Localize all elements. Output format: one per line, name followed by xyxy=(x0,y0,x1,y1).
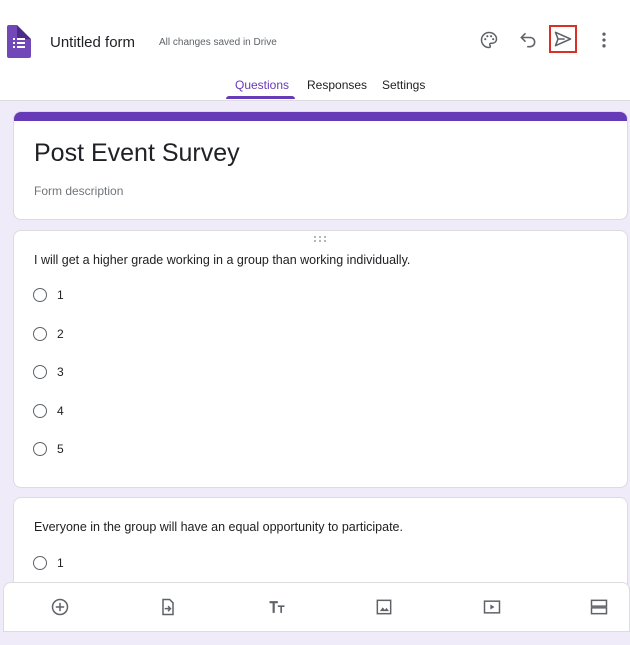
radio-icon[interactable] xyxy=(33,365,47,379)
option-1[interactable]: 1 xyxy=(33,287,64,303)
option-label: 5 xyxy=(57,442,64,456)
undo-icon[interactable] xyxy=(514,26,542,54)
send-icon[interactable] xyxy=(549,25,577,53)
question-text[interactable]: I will get a higher grade working in a g… xyxy=(34,253,410,267)
question-toolbar xyxy=(3,582,630,632)
accent-bar xyxy=(14,112,627,121)
form-header-card[interactable]: Post Event Survey Form description xyxy=(13,111,628,220)
option-label: 3 xyxy=(57,365,64,379)
form-description[interactable]: Form description xyxy=(34,184,123,198)
add-video-icon[interactable] xyxy=(482,597,502,617)
more-vert-icon[interactable] xyxy=(590,26,618,54)
option-1[interactable]: 1 xyxy=(33,555,64,571)
save-status: All changes saved in Drive xyxy=(159,37,277,48)
forms-logo-icon[interactable] xyxy=(7,25,31,58)
option-2[interactable]: 2 xyxy=(33,326,64,342)
radio-icon[interactable] xyxy=(33,327,47,341)
tab-questions[interactable]: Questions xyxy=(235,78,289,92)
question-card[interactable]: I will get a higher grade working in a g… xyxy=(13,230,628,488)
option-label: 1 xyxy=(57,556,64,570)
add-question-icon[interactable] xyxy=(50,597,70,617)
form-title[interactable]: Post Event Survey xyxy=(34,139,240,168)
option-5[interactable]: 5 xyxy=(33,441,64,457)
option-3[interactable]: 3 xyxy=(33,364,64,380)
tab-bar: Questions Responses Settings xyxy=(0,78,630,100)
question-text[interactable]: Everyone in the group will have an equal… xyxy=(34,520,403,534)
radio-icon[interactable] xyxy=(33,442,47,456)
active-tab-indicator xyxy=(226,96,295,99)
tab-settings[interactable]: Settings xyxy=(382,78,425,92)
option-label: 4 xyxy=(57,404,64,418)
radio-icon[interactable] xyxy=(33,404,47,418)
add-image-icon[interactable] xyxy=(374,597,394,617)
import-questions-icon[interactable] xyxy=(158,597,178,617)
app-header: Untitled form All changes saved in Drive… xyxy=(0,0,630,101)
radio-icon[interactable] xyxy=(33,288,47,302)
form-title-header[interactable]: Untitled form xyxy=(50,34,135,51)
form-canvas: Post Event Survey Form description I wil… xyxy=(0,101,630,645)
add-section-icon[interactable] xyxy=(589,597,609,617)
option-4[interactable]: 4 xyxy=(33,403,64,419)
add-title-icon[interactable] xyxy=(267,597,287,617)
option-label: 1 xyxy=(57,288,64,302)
radio-icon[interactable] xyxy=(33,556,47,570)
tab-responses[interactable]: Responses xyxy=(307,78,367,92)
palette-icon[interactable] xyxy=(475,26,503,54)
option-label: 2 xyxy=(57,327,64,341)
drag-handle-icon[interactable] xyxy=(314,236,328,244)
